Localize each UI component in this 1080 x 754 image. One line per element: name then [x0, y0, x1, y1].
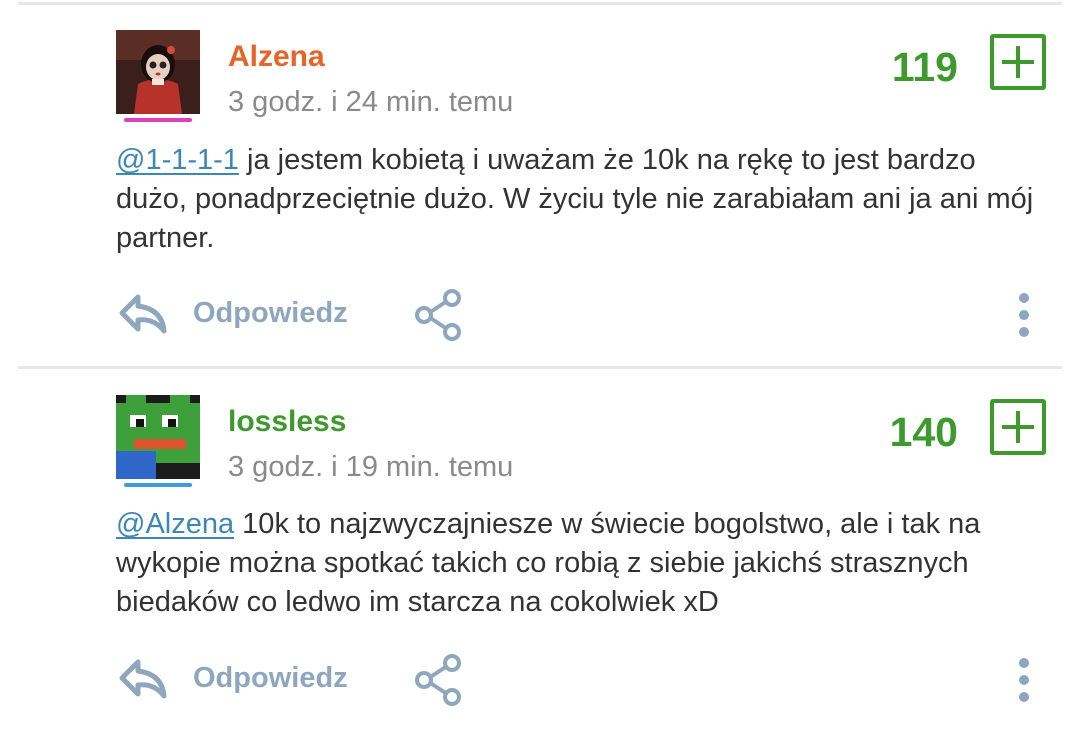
avatar-image-doll: [116, 30, 200, 114]
timestamp: 3 godz. i 19 min. temu: [228, 451, 514, 483]
reply-arrow-icon[interactable]: [118, 656, 170, 702]
username[interactable]: lossless: [228, 405, 346, 439]
upvote-button[interactable]: [990, 34, 1046, 90]
reply-button[interactable]: Odpowiedz: [193, 662, 348, 695]
reply-button[interactable]: Odpowiedz: [193, 297, 348, 330]
comment-text: @1-1-1-1 ja jestem kobietą i uważam że 1…: [116, 141, 1046, 258]
comment-body: ja jestem kobietą i uważam że 10k na ręk…: [116, 144, 1034, 254]
mention-link[interactable]: @Alzena: [116, 508, 234, 540]
upvote-button[interactable]: [990, 399, 1046, 455]
vote-score: 140: [889, 409, 958, 455]
share-icon[interactable]: [412, 652, 464, 708]
comment-item: Alzena 3 godz. i 24 min. temu 119 @1-1-1…: [0, 0, 1080, 365]
avatar-image-pepe: [116, 395, 200, 479]
more-vertical-icon[interactable]: [1010, 656, 1038, 704]
reply-arrow-icon[interactable]: [118, 291, 170, 337]
mention-link[interactable]: @1-1-1-1: [116, 144, 239, 176]
avatar-underline: [124, 118, 192, 122]
username[interactable]: Alzena: [228, 40, 325, 74]
comment-actions: Odpowiedz: [0, 285, 1080, 345]
more-vertical-icon[interactable]: [1010, 291, 1038, 339]
comment-body: 10k to najzwyczajniesze w świecie bogols…: [116, 508, 981, 618]
vote-score: 119: [891, 44, 958, 90]
avatar[interactable]: [116, 30, 200, 122]
timestamp: 3 godz. i 24 min. temu: [228, 86, 514, 118]
comment-item: lossless 3 godz. i 19 min. temu 140 @Alz…: [0, 365, 1080, 730]
avatar[interactable]: [116, 395, 200, 487]
share-icon[interactable]: [412, 287, 464, 343]
avatar-underline: [124, 483, 192, 487]
comment-text: @Alzena 10k to najzwyczajniesze w świeci…: [116, 505, 1046, 622]
comment-actions: Odpowiedz: [0, 650, 1080, 710]
